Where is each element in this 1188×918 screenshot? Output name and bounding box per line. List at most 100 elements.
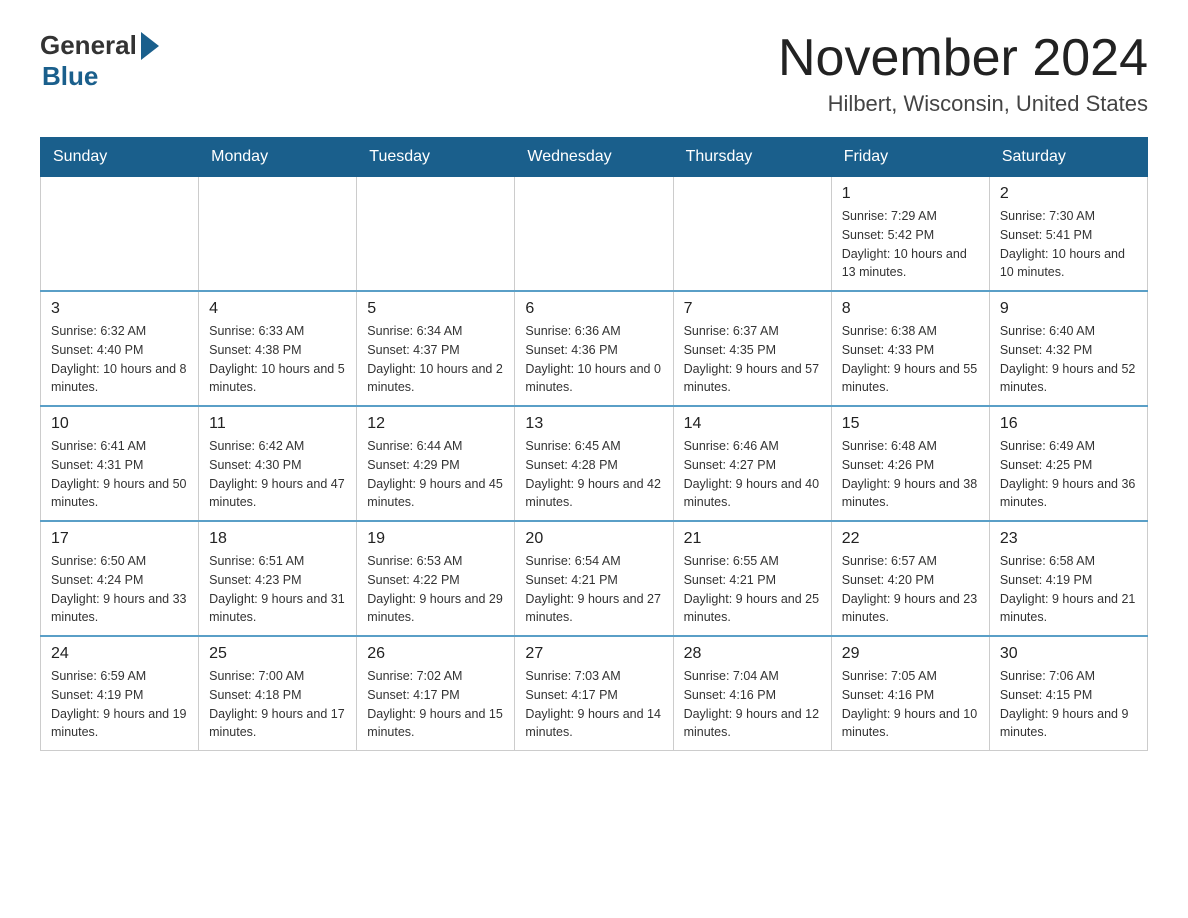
day-number: 26 (367, 645, 504, 663)
calendar-cell: 24 Sunrise: 6:59 AMSunset: 4:19 PMDayligh… (41, 636, 199, 751)
calendar-cell: 5 Sunrise: 6:34 AMSunset: 4:37 PMDaylight… (357, 291, 515, 406)
calendar-cell: 10 Sunrise: 6:41 AMSunset: 4:31 PMDayligh… (41, 406, 199, 521)
calendar-cell: 14 Sunrise: 6:46 AMSunset: 4:27 PMDayligh… (673, 406, 831, 521)
day-info: Sunrise: 6:58 AMSunset: 4:19 PMDaylight:… (1000, 552, 1137, 627)
day-info: Sunrise: 6:40 AMSunset: 4:32 PMDaylight:… (1000, 322, 1137, 397)
calendar-cell (357, 177, 515, 292)
calendar-cell: 2 Sunrise: 7:30 AMSunset: 5:41 PMDaylight… (989, 177, 1147, 292)
day-info: Sunrise: 7:30 AMSunset: 5:41 PMDaylight:… (1000, 207, 1137, 282)
header: General Blue November 2024 Hilbert, Wisc… (40, 30, 1148, 117)
day-info: Sunrise: 6:54 AMSunset: 4:21 PMDaylight:… (525, 552, 662, 627)
day-info: Sunrise: 6:53 AMSunset: 4:22 PMDaylight:… (367, 552, 504, 627)
day-number: 14 (684, 415, 821, 433)
calendar-cell (199, 177, 357, 292)
logo-arrow-icon (141, 32, 159, 60)
day-info: Sunrise: 6:37 AMSunset: 4:35 PMDaylight:… (684, 322, 821, 397)
col-thursday: Thursday (673, 138, 831, 177)
day-number: 21 (684, 530, 821, 548)
calendar-cell: 7 Sunrise: 6:37 AMSunset: 4:35 PMDaylight… (673, 291, 831, 406)
calendar-cell: 25Sunrise: 7:00 AMSunset: 4:18 PMDayligh… (199, 636, 357, 751)
calendar: Sunday Monday Tuesday Wednesday Thursday… (40, 137, 1148, 751)
day-number: 7 (684, 300, 821, 318)
day-number: 23 (1000, 530, 1137, 548)
calendar-week-row: 24 Sunrise: 6:59 AMSunset: 4:19 PMDayligh… (41, 636, 1148, 751)
day-info: Sunrise: 6:55 AMSunset: 4:21 PMDaylight:… (684, 552, 821, 627)
day-info: Sunrise: 6:45 AMSunset: 4:28 PMDaylight:… (525, 437, 662, 512)
logo-blue-text: Blue (42, 61, 98, 91)
calendar-cell: 28Sunrise: 7:04 AMSunset: 4:16 PMDayligh… (673, 636, 831, 751)
col-sunday: Sunday (41, 138, 199, 177)
day-info: Sunrise: 6:48 AMSunset: 4:26 PMDaylight:… (842, 437, 979, 512)
calendar-cell: 22 Sunrise: 6:57 AMSunset: 4:20 PMDayligh… (831, 521, 989, 636)
day-info: Sunrise: 7:06 AMSunset: 4:15 PMDaylight:… (1000, 667, 1137, 742)
day-number: 6 (525, 300, 662, 318)
day-info: Sunrise: 7:00 AMSunset: 4:18 PMDaylight:… (209, 667, 346, 742)
logo: General (40, 30, 163, 61)
calendar-cell: 15 Sunrise: 6:48 AMSunset: 4:26 PMDayligh… (831, 406, 989, 521)
calendar-cell: 23 Sunrise: 6:58 AMSunset: 4:19 PMDayligh… (989, 521, 1147, 636)
calendar-cell (673, 177, 831, 292)
day-number: 9 (1000, 300, 1137, 318)
day-number: 27 (525, 645, 662, 663)
day-number: 13 (525, 415, 662, 433)
logo-general-text: General (40, 30, 137, 61)
calendar-cell: 3 Sunrise: 6:32 AMSunset: 4:40 PMDaylight… (41, 291, 199, 406)
day-number: 1 (842, 185, 979, 203)
calendar-cell: 17Sunrise: 6:50 AMSunset: 4:24 PMDayligh… (41, 521, 199, 636)
day-info: Sunrise: 7:05 AMSunset: 4:16 PMDaylight:… (842, 667, 979, 742)
calendar-cell: 29Sunrise: 7:05 AMSunset: 4:16 PMDayligh… (831, 636, 989, 751)
day-number: 11 (209, 415, 346, 433)
day-number: 15 (842, 415, 979, 433)
day-number: 19 (367, 530, 504, 548)
main-title: November 2024 (778, 30, 1148, 87)
day-info: Sunrise: 6:59 AMSunset: 4:19 PMDaylight:… (51, 667, 188, 742)
col-monday: Monday (199, 138, 357, 177)
calendar-cell: 16Sunrise: 6:49 AMSunset: 4:25 PMDayligh… (989, 406, 1147, 521)
calendar-header-row: Sunday Monday Tuesday Wednesday Thursday… (41, 138, 1148, 177)
day-info: Sunrise: 6:41 AMSunset: 4:31 PMDaylight:… (51, 437, 188, 512)
day-info: Sunrise: 6:34 AMSunset: 4:37 PMDaylight:… (367, 322, 504, 397)
calendar-cell: 8Sunrise: 6:38 AMSunset: 4:33 PMDaylight… (831, 291, 989, 406)
calendar-cell: 9 Sunrise: 6:40 AMSunset: 4:32 PMDaylight… (989, 291, 1147, 406)
day-info: Sunrise: 6:49 AMSunset: 4:25 PMDaylight:… (1000, 437, 1137, 512)
day-info: Sunrise: 6:46 AMSunset: 4:27 PMDaylight:… (684, 437, 821, 512)
day-number: 22 (842, 530, 979, 548)
calendar-cell: 30 Sunrise: 7:06 AMSunset: 4:15 PMDayligh… (989, 636, 1147, 751)
calendar-cell: 4 Sunrise: 6:33 AMSunset: 4:38 PMDaylight… (199, 291, 357, 406)
day-info: Sunrise: 6:32 AMSunset: 4:40 PMDaylight:… (51, 322, 188, 397)
day-info: Sunrise: 6:33 AMSunset: 4:38 PMDaylight:… (209, 322, 346, 397)
subtitle: Hilbert, Wisconsin, United States (778, 91, 1148, 117)
day-number: 2 (1000, 185, 1137, 203)
calendar-cell: 11Sunrise: 6:42 AMSunset: 4:30 PMDayligh… (199, 406, 357, 521)
day-number: 24 (51, 645, 188, 663)
calendar-cell (515, 177, 673, 292)
day-number: 3 (51, 300, 188, 318)
calendar-cell: 27 Sunrise: 7:03 AMSunset: 4:17 PMDayligh… (515, 636, 673, 751)
day-number: 30 (1000, 645, 1137, 663)
day-number: 17 (51, 530, 188, 548)
day-info: Sunrise: 6:57 AMSunset: 4:20 PMDaylight:… (842, 552, 979, 627)
calendar-cell: 1 Sunrise: 7:29 AMSunset: 5:42 PMDaylight… (831, 177, 989, 292)
col-tuesday: Tuesday (357, 138, 515, 177)
title-area: November 2024 Hilbert, Wisconsin, United… (778, 30, 1148, 117)
day-info: Sunrise: 6:38 AMSunset: 4:33 PMDaylight:… (842, 322, 979, 397)
day-number: 4 (209, 300, 346, 318)
calendar-cell: 6 Sunrise: 6:36 AMSunset: 4:36 PMDaylight… (515, 291, 673, 406)
calendar-week-row: 10 Sunrise: 6:41 AMSunset: 4:31 PMDayligh… (41, 406, 1148, 521)
logo-area: General Blue (40, 30, 163, 92)
day-number: 10 (51, 415, 188, 433)
calendar-week-row: 17Sunrise: 6:50 AMSunset: 4:24 PMDayligh… (41, 521, 1148, 636)
day-number: 12 (367, 415, 504, 433)
day-number: 18 (209, 530, 346, 548)
day-info: Sunrise: 7:29 AMSunset: 5:42 PMDaylight:… (842, 207, 979, 282)
day-info: Sunrise: 7:03 AMSunset: 4:17 PMDaylight:… (525, 667, 662, 742)
day-number: 5 (367, 300, 504, 318)
day-info: Sunrise: 7:02 AMSunset: 4:17 PMDaylight:… (367, 667, 504, 742)
calendar-cell: 12 Sunrise: 6:44 AMSunset: 4:29 PMDayligh… (357, 406, 515, 521)
calendar-cell (41, 177, 199, 292)
day-info: Sunrise: 7:04 AMSunset: 4:16 PMDaylight:… (684, 667, 821, 742)
calendar-cell: 20Sunrise: 6:54 AMSunset: 4:21 PMDayligh… (515, 521, 673, 636)
day-info: Sunrise: 6:44 AMSunset: 4:29 PMDaylight:… (367, 437, 504, 512)
day-info: Sunrise: 6:36 AMSunset: 4:36 PMDaylight:… (525, 322, 662, 397)
calendar-cell: 26 Sunrise: 7:02 AMSunset: 4:17 PMDayligh… (357, 636, 515, 751)
